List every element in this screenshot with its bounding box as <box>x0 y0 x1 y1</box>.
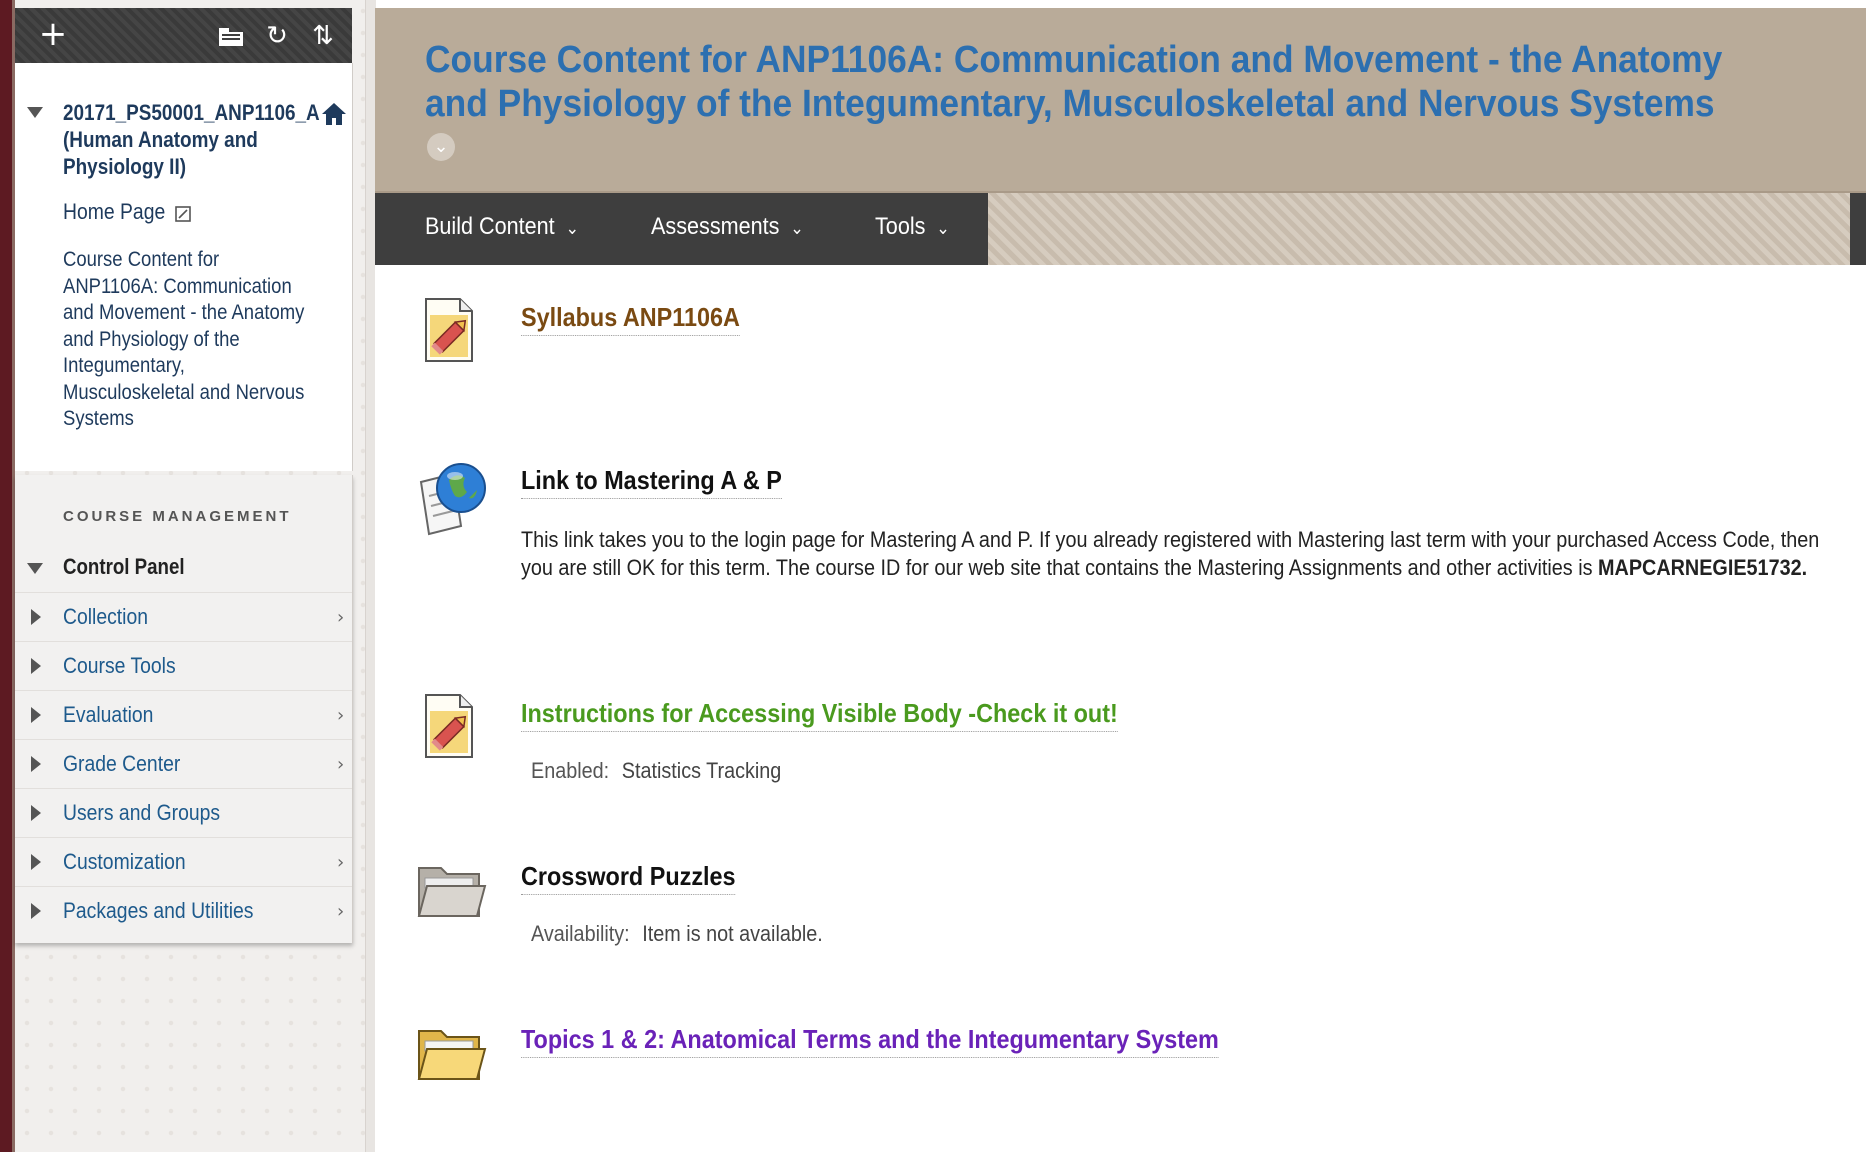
mgmt-item-label: Collection <box>63 604 149 629</box>
control-panel-toggle[interactable]: Control Panel <box>15 543 352 591</box>
mgmt-item-label: Evaluation <box>63 702 154 727</box>
title-options-chevron-icon[interactable]: ⌄ <box>427 133 455 161</box>
submenu-chevron-icon: › <box>337 852 345 873</box>
build-content-menu[interactable]: Build Content ⌄ <box>425 213 579 241</box>
content-item: Crossword Puzzles Availability: Item is n… <box>375 824 1866 988</box>
web-link-icon <box>419 463 486 536</box>
item-title-link[interactable]: Instructions for Accessing Visible Body … <box>521 698 1118 732</box>
submenu-chevron-icon: › <box>337 607 345 628</box>
expand-arrow-icon <box>31 707 41 723</box>
document-icon <box>425 694 473 758</box>
page-title: Course Content for ANP1106A: Communicati… <box>425 39 1723 125</box>
tools-menu[interactable]: Tools ⌄ <box>875 213 950 241</box>
expand-arrow-icon <box>27 563 43 574</box>
mgmt-item-label: Users and Groups <box>63 800 221 825</box>
chevron-down-icon: ⌄ <box>936 218 950 239</box>
meta-value: Item is not available. <box>642 921 823 946</box>
item-title-link[interactable]: Crossword Puzzles <box>521 861 736 895</box>
assessments-menu[interactable]: Assessments ⌄ <box>651 213 804 241</box>
document-icon <box>425 298 473 362</box>
mgmt-item-label: Grade Center <box>63 751 181 776</box>
mgmt-item-course-tools[interactable]: Course Tools <box>15 641 352 690</box>
build-content-label: Build Content <box>425 213 555 240</box>
expand-arrow-icon <box>31 903 41 919</box>
item-metadata: Enabled: Statistics Tracking <box>531 758 781 784</box>
action-menu: Build Content ⌄ Assessments ⌄ Tools ⌄ <box>375 193 988 265</box>
chevron-down-icon: ⌄ <box>565 218 580 239</box>
mgmt-item-collection[interactable]: Collection › <box>15 592 352 641</box>
submenu-chevron-icon: › <box>337 754 345 775</box>
external-edit-icon <box>175 206 191 222</box>
item-title-link[interactable]: Syllabus ANP1106A <box>521 302 740 336</box>
expand-arrow-icon <box>31 805 41 821</box>
expand-arrow-icon <box>31 854 41 870</box>
tools-label: Tools <box>875 213 926 240</box>
course-content-link[interactable]: Course Content for ANP1106A: Communicati… <box>63 247 309 433</box>
content-item: Syllabus ANP1106A <box>375 265 1866 429</box>
expand-arrow-icon <box>31 756 41 772</box>
item-description: This link takes you to the login page fo… <box>521 526 1840 581</box>
course-management-panel: COURSE MANAGEMENT Control Panel Collecti… <box>15 475 353 943</box>
item-title-link[interactable]: Topics 1 & 2: Anatomical Terms and the I… <box>521 1024 1219 1058</box>
home-icon <box>322 103 346 125</box>
add-menu-item-button[interactable]: + <box>33 14 73 54</box>
mgmt-item-grade-center[interactable]: Grade Center › <box>15 739 352 788</box>
content-item: Instructions for Accessing Visible Body … <box>375 661 1866 825</box>
folder-icon <box>417 1030 487 1080</box>
action-bar: Build Content ⌄ Assessments ⌄ Tools ⌄ <box>375 193 1866 265</box>
mgmt-item-users-and-groups[interactable]: Users and Groups <box>15 788 352 837</box>
item-title-link[interactable]: Link to Mastering A & P <box>521 465 782 499</box>
refresh-icon[interactable]: ↻ <box>257 16 297 56</box>
window-left-border <box>0 0 12 1152</box>
item-metadata: Availability: Item is not available. <box>531 921 823 947</box>
content-item: Link to Mastering A & P This link takes … <box>375 428 1866 662</box>
submenu-chevron-icon: › <box>337 901 345 922</box>
expand-arrow-icon <box>31 658 41 674</box>
mgmt-item-label: Packages and Utilities <box>63 898 254 923</box>
course-menu: 20171_PS50001_ANP1106_A (Human Anatomy a… <box>15 63 353 471</box>
meta-value: Statistics Tracking <box>621 758 782 783</box>
mgmt-item-packages-and-utilities[interactable]: Packages and Utilities › <box>15 886 352 935</box>
mgmt-item-label: Course Tools <box>63 653 176 678</box>
assessments-label: Assessments <box>651 213 780 240</box>
course-menu-toolbar: + ↻ ⇅ <box>15 8 352 63</box>
reorder-icon[interactable]: ⇅ <box>303 16 343 56</box>
home-page-link[interactable]: Home Page <box>63 199 165 225</box>
action-bar-edge <box>1850 193 1866 265</box>
course-management-heading: COURSE MANAGEMENT <box>63 508 292 525</box>
meta-label: Availability: <box>531 921 630 946</box>
content-item: Topics 1 & 2: Anatomical Terms and the I… <box>375 987 1866 1152</box>
mgmt-item-label: Customization <box>63 849 186 874</box>
folder-grey-icon <box>417 867 487 917</box>
collapse-arrow-icon[interactable] <box>27 107 43 118</box>
course-id-text: MAPCARNEGIE51732. <box>1598 554 1808 580</box>
control-panel-label: Control Panel <box>63 554 185 579</box>
expand-arrow-icon <box>31 609 41 625</box>
folder-view-icon[interactable] <box>211 16 251 56</box>
page-header: Course Content for ANP1106A: Communicati… <box>375 8 1866 195</box>
mgmt-item-customization[interactable]: Customization › <box>15 837 352 886</box>
chevron-down-icon: ⌄ <box>790 218 804 239</box>
course-title-link[interactable]: 20171_PS50001_ANP1106_A (Human Anatomy a… <box>63 99 319 180</box>
submenu-chevron-icon: › <box>337 705 345 726</box>
mgmt-item-evaluation[interactable]: Evaluation › <box>15 690 352 739</box>
meta-label: Enabled: <box>531 758 610 783</box>
